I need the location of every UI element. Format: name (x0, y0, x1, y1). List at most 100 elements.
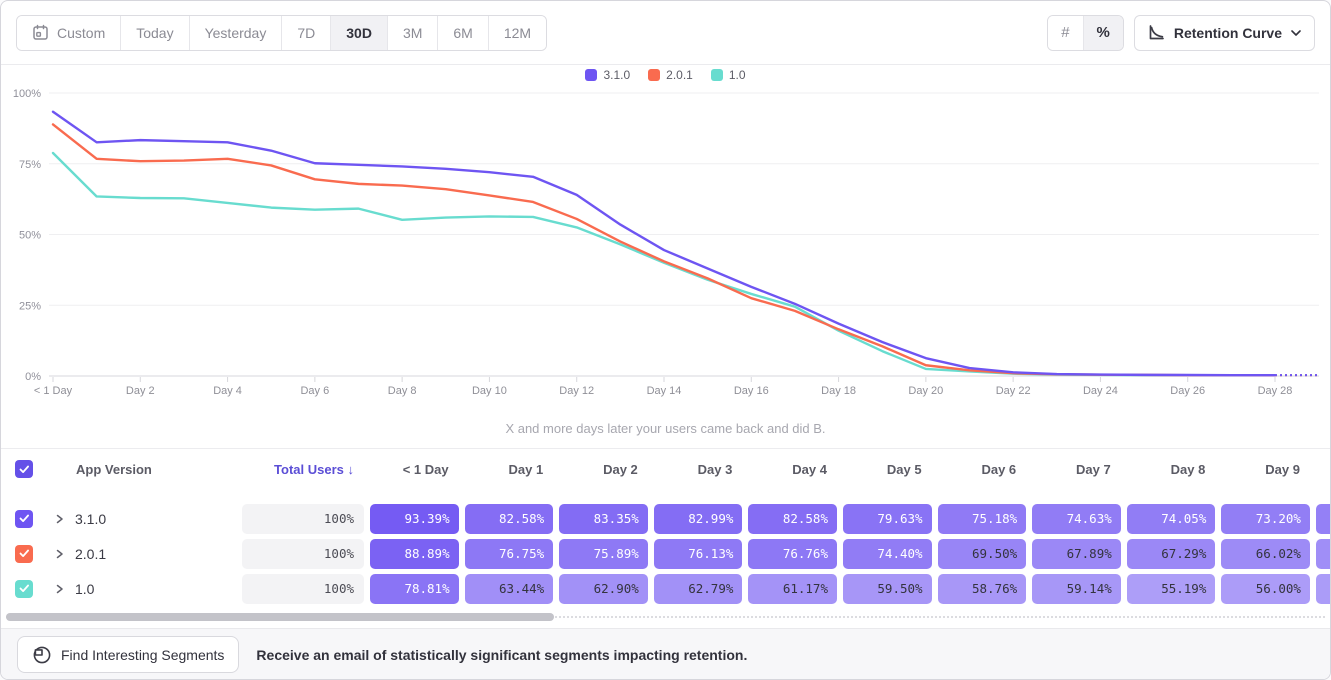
retention-value-cell: 75.18% (938, 504, 1027, 534)
axis-tick-label: Day 6 (300, 385, 329, 397)
row-checkbox-1.0[interactable] (15, 580, 33, 598)
chevron-down-icon (1291, 30, 1301, 36)
axis-tick-label: 25% (19, 300, 41, 312)
table-header-row: App VersionTotal Users ↓< 1 DayDay 1Day … (1, 449, 1330, 489)
range-12m[interactable]: 12M (488, 16, 546, 50)
chart-caption: X and more days later your users came ba… (1, 421, 1330, 436)
explore-icon (32, 645, 52, 665)
chart-type-label: Retention Curve (1174, 25, 1282, 41)
axis-tick-label: Day 12 (559, 385, 594, 397)
app-version-cell: 3.1.0 (45, 511, 239, 527)
find-segments-label: Find Interesting Segments (61, 647, 224, 663)
app-version-label: 2.0.1 (75, 546, 106, 562)
app-version-label: 3.1.0 (75, 511, 106, 527)
range-6m[interactable]: 6M (437, 16, 487, 50)
axis-tick-label: Day 8 (388, 385, 417, 397)
retention-value-cell: 76.75% (465, 539, 554, 569)
retention-value-cell: 79.63% (843, 504, 932, 534)
column-header-day-7[interactable]: Day 7 (1029, 462, 1124, 477)
retention-line-3.1.0 (53, 112, 1275, 375)
retention-value-cell: 82.99% (654, 504, 743, 534)
column-header-day-2[interactable]: Day 2 (556, 462, 651, 477)
retention-value-cell: 58.76% (938, 574, 1027, 604)
row-checkbox-3.1.0[interactable] (15, 510, 33, 528)
retention-value-cell: 62.90% (559, 574, 648, 604)
axis-tick-label: < 1 Day (34, 385, 73, 397)
scrollbar-thumb[interactable] (6, 613, 554, 621)
table-row-2.0.1: 2.0.1100%88.89%76.75%75.89%76.13%76.76%7… (1, 536, 1330, 571)
range-label: 30D (346, 25, 372, 41)
range-30d[interactable]: 30D (330, 16, 387, 50)
retention-table: App VersionTotal Users ↓< 1 DayDay 1Day … (1, 448, 1330, 606)
retention-report: Custom Today Yesterday 7D 30D 3M 6M 12M #% Rete… (0, 0, 1331, 680)
axis-tick-label: Day 26 (1170, 385, 1205, 397)
app-version-label: 1.0 (75, 581, 94, 597)
retention-value-cell: 93.39% (370, 504, 459, 534)
range-label: Today (136, 25, 173, 41)
table-row-3.1.0: 3.1.0100%93.39%82.58%83.35%82.99%82.58%7… (1, 501, 1330, 536)
range-label: 3M (403, 25, 422, 41)
axis-tick-label: Day 10 (472, 385, 507, 397)
column-header-app-version[interactable]: App Version (45, 462, 239, 477)
retention-value-cell: 75.89% (559, 539, 648, 569)
column-header-day-1[interactable]: Day 1 (462, 462, 557, 477)
horizontal-scrollbar[interactable] (1, 606, 1330, 628)
app-version-cell: 1.0 (45, 581, 239, 597)
column-header-total-users[interactable]: Total Users ↓ (239, 462, 367, 477)
column-header-day-9[interactable]: Day 9 (1218, 462, 1313, 477)
column-header-day-5[interactable]: Day 5 (840, 462, 935, 477)
axis-tick-label: 0% (25, 371, 41, 383)
range-label: 7D (297, 25, 315, 41)
total-users-cell: 100% (242, 539, 364, 569)
axis-tick-label: 50% (19, 230, 41, 242)
column-header--1-day[interactable]: < 1 Day (367, 462, 462, 477)
footer-note: Receive an email of statistically signif… (256, 647, 747, 663)
expand-row-chevron[interactable] (55, 549, 64, 559)
column-header-day-6[interactable]: Day 6 (935, 462, 1030, 477)
column-header-day-4[interactable]: Day 4 (745, 462, 840, 477)
toolbar-right: #% Retention Curve (1047, 15, 1315, 51)
range-3m[interactable]: 3M (387, 16, 437, 50)
expand-row-chevron[interactable] (55, 584, 64, 594)
range-7d[interactable]: 7D (281, 16, 330, 50)
retention-value-cell: 73.20% (1221, 504, 1310, 534)
total-users-cell: 100% (242, 574, 364, 604)
select-all-checkbox[interactable] (15, 460, 33, 478)
calendar-icon (32, 24, 49, 41)
expand-row-chevron[interactable] (55, 514, 64, 524)
axis-tick-label: 75% (19, 159, 41, 171)
axis-tick-label: Day 22 (996, 385, 1031, 397)
retention-value-cell: 67.89% (1032, 539, 1121, 569)
table-body: 3.1.0100%93.39%82.58%83.35%82.99%82.58%7… (1, 501, 1330, 606)
absolute-mode-button[interactable]: # (1048, 16, 1082, 50)
retention-value-cell: 61.17% (748, 574, 837, 604)
axis-tick-label: Day 20 (908, 385, 943, 397)
retention-value-cell: 82.58% (465, 504, 554, 534)
retention-curve-icon (1148, 24, 1165, 41)
app-version-cell: 2.0.1 (45, 546, 239, 562)
retention-value-cell: 76.13% (654, 539, 743, 569)
axis-tick-label: 100% (13, 88, 41, 100)
find-segments-button[interactable]: Find Interesting Segments (17, 636, 239, 673)
retention-value-cell: 63.44% (465, 574, 554, 604)
column-header-day-8[interactable]: Day 8 (1124, 462, 1219, 477)
total-users-cell: 100% (242, 504, 364, 534)
retention-chart: 3.1.02.0.11.0 0%25%50%75%100%< 1 DayDay … (1, 65, 1330, 448)
retention-value-cell: 59.14% (1032, 574, 1121, 604)
row-checkbox-2.0.1[interactable] (15, 545, 33, 563)
percent-mode-button[interactable]: % (1083, 16, 1123, 50)
column-header-day-3[interactable]: Day 3 (651, 462, 746, 477)
range-yesterday[interactable]: Yesterday (189, 16, 282, 50)
axis-tick-label: Day 28 (1258, 385, 1293, 397)
axis-tick-label: Day 14 (647, 385, 682, 397)
range-today[interactable]: Today (120, 16, 188, 50)
axis-tick-label: Day 4 (213, 385, 242, 397)
chart-type-dropdown[interactable]: Retention Curve (1134, 15, 1315, 51)
range-custom[interactable]: Custom (17, 16, 120, 50)
retention-value-cell: 74.63% (1032, 504, 1121, 534)
range-label: 6M (453, 25, 472, 41)
retention-value-cell: 76.76% (748, 539, 837, 569)
retention-value-cell-cutoff (1316, 539, 1331, 569)
toolbar: Custom Today Yesterday 7D 30D 3M 6M 12M #% Rete… (1, 1, 1330, 65)
retention-value-cell: 66.02% (1221, 539, 1310, 569)
